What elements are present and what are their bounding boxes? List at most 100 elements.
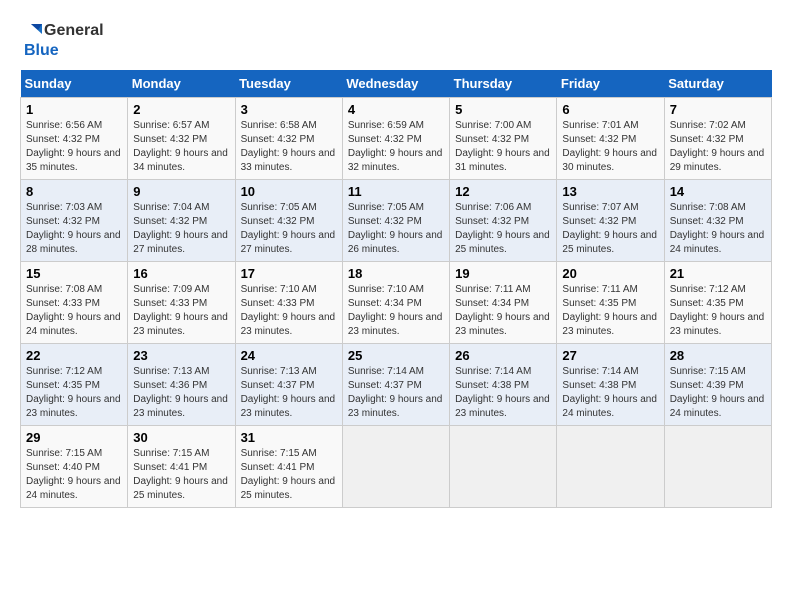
day-number: 18 [348, 266, 444, 281]
day-info: Sunrise: 7:05 AMSunset: 4:32 PMDaylight:… [348, 202, 443, 255]
day-cell: 30 Sunrise: 7:15 AMSunset: 4:41 PMDaylig… [128, 426, 235, 508]
day-number: 4 [348, 102, 444, 117]
day-number: 13 [562, 184, 658, 199]
day-number: 10 [241, 184, 337, 199]
header-day-sunday: Sunday [21, 70, 128, 98]
day-cell: 6 Sunrise: 7:01 AMSunset: 4:32 PMDayligh… [557, 98, 664, 180]
day-info: Sunrise: 7:12 AMSunset: 4:35 PMDaylight:… [670, 284, 765, 337]
week-row-4: 22 Sunrise: 7:12 AMSunset: 4:35 PMDaylig… [21, 344, 772, 426]
day-info: Sunrise: 7:14 AMSunset: 4:37 PMDaylight:… [348, 366, 443, 419]
day-info: Sunrise: 7:09 AMSunset: 4:33 PMDaylight:… [133, 284, 228, 337]
day-cell [664, 426, 771, 508]
day-info: Sunrise: 6:57 AMSunset: 4:32 PMDaylight:… [133, 120, 228, 173]
day-number: 21 [670, 266, 766, 281]
day-number: 29 [26, 430, 122, 445]
day-number: 2 [133, 102, 229, 117]
week-row-5: 29 Sunrise: 7:15 AMSunset: 4:40 PMDaylig… [21, 426, 772, 508]
day-cell: 2 Sunrise: 6:57 AMSunset: 4:32 PMDayligh… [128, 98, 235, 180]
day-cell [557, 426, 664, 508]
day-info: Sunrise: 7:07 AMSunset: 4:32 PMDaylight:… [562, 202, 657, 255]
day-cell: 1 Sunrise: 6:56 AMSunset: 4:32 PMDayligh… [21, 98, 128, 180]
day-info: Sunrise: 7:12 AMSunset: 4:35 PMDaylight:… [26, 366, 121, 419]
day-info: Sunrise: 6:59 AMSunset: 4:32 PMDaylight:… [348, 120, 443, 173]
logo-blue: Blue [24, 42, 59, 60]
day-number: 16 [133, 266, 229, 281]
day-number: 11 [348, 184, 444, 199]
day-number: 12 [455, 184, 551, 199]
day-info: Sunrise: 7:10 AMSunset: 4:34 PMDaylight:… [348, 284, 443, 337]
day-cell: 12 Sunrise: 7:06 AMSunset: 4:32 PMDaylig… [450, 180, 557, 262]
day-info: Sunrise: 7:05 AMSunset: 4:32 PMDaylight:… [241, 202, 336, 255]
day-cell [450, 426, 557, 508]
day-number: 15 [26, 266, 122, 281]
day-cell: 19 Sunrise: 7:11 AMSunset: 4:34 PMDaylig… [450, 262, 557, 344]
day-info: Sunrise: 7:11 AMSunset: 4:34 PMDaylight:… [455, 284, 550, 337]
day-number: 25 [348, 348, 444, 363]
day-number: 17 [241, 266, 337, 281]
day-number: 24 [241, 348, 337, 363]
day-cell: 22 Sunrise: 7:12 AMSunset: 4:35 PMDaylig… [21, 344, 128, 426]
day-info: Sunrise: 7:02 AMSunset: 4:32 PMDaylight:… [670, 120, 765, 173]
header-day-wednesday: Wednesday [342, 70, 449, 98]
day-cell: 7 Sunrise: 7:02 AMSunset: 4:32 PMDayligh… [664, 98, 771, 180]
day-number: 6 [562, 102, 658, 117]
day-number: 3 [241, 102, 337, 117]
week-row-2: 8 Sunrise: 7:03 AMSunset: 4:32 PMDayligh… [21, 180, 772, 262]
day-info: Sunrise: 7:08 AMSunset: 4:33 PMDaylight:… [26, 284, 121, 337]
day-cell [342, 426, 449, 508]
day-number: 19 [455, 266, 551, 281]
day-cell: 16 Sunrise: 7:09 AMSunset: 4:33 PMDaylig… [128, 262, 235, 344]
day-cell: 4 Sunrise: 6:59 AMSunset: 4:32 PMDayligh… [342, 98, 449, 180]
day-info: Sunrise: 7:08 AMSunset: 4:32 PMDaylight:… [670, 202, 765, 255]
day-number: 14 [670, 184, 766, 199]
day-number: 1 [26, 102, 122, 117]
day-info: Sunrise: 7:00 AMSunset: 4:32 PMDaylight:… [455, 120, 550, 173]
day-number: 9 [133, 184, 229, 199]
day-cell: 5 Sunrise: 7:00 AMSunset: 4:32 PMDayligh… [450, 98, 557, 180]
day-number: 5 [455, 102, 551, 117]
day-info: Sunrise: 7:15 AMSunset: 4:41 PMDaylight:… [133, 448, 228, 501]
day-info: Sunrise: 7:14 AMSunset: 4:38 PMDaylight:… [562, 366, 657, 419]
day-number: 26 [455, 348, 551, 363]
header-day-thursday: Thursday [450, 70, 557, 98]
day-number: 30 [133, 430, 229, 445]
day-cell: 18 Sunrise: 7:10 AMSunset: 4:34 PMDaylig… [342, 262, 449, 344]
day-info: Sunrise: 7:13 AMSunset: 4:36 PMDaylight:… [133, 366, 228, 419]
day-cell: 27 Sunrise: 7:14 AMSunset: 4:38 PMDaylig… [557, 344, 664, 426]
day-number: 28 [670, 348, 766, 363]
day-info: Sunrise: 7:14 AMSunset: 4:38 PMDaylight:… [455, 366, 550, 419]
header: General Blue [20, 20, 772, 60]
calendar-header-row: SundayMondayTuesdayWednesdayThursdayFrid… [21, 70, 772, 98]
day-cell: 23 Sunrise: 7:13 AMSunset: 4:36 PMDaylig… [128, 344, 235, 426]
day-info: Sunrise: 7:13 AMSunset: 4:37 PMDaylight:… [241, 366, 336, 419]
day-cell: 29 Sunrise: 7:15 AMSunset: 4:40 PMDaylig… [21, 426, 128, 508]
day-info: Sunrise: 6:58 AMSunset: 4:32 PMDaylight:… [241, 120, 336, 173]
week-row-1: 1 Sunrise: 6:56 AMSunset: 4:32 PMDayligh… [21, 98, 772, 180]
calendar-table: SundayMondayTuesdayWednesdayThursdayFrid… [20, 70, 772, 508]
day-number: 23 [133, 348, 229, 363]
day-cell: 21 Sunrise: 7:12 AMSunset: 4:35 PMDaylig… [664, 262, 771, 344]
logo: General Blue [20, 20, 104, 60]
day-info: Sunrise: 7:04 AMSunset: 4:32 PMDaylight:… [133, 202, 228, 255]
week-row-3: 15 Sunrise: 7:08 AMSunset: 4:33 PMDaylig… [21, 262, 772, 344]
day-cell: 13 Sunrise: 7:07 AMSunset: 4:32 PMDaylig… [557, 180, 664, 262]
logo-bird-icon [20, 20, 42, 42]
day-number: 20 [562, 266, 658, 281]
day-cell: 20 Sunrise: 7:11 AMSunset: 4:35 PMDaylig… [557, 262, 664, 344]
header-day-monday: Monday [128, 70, 235, 98]
day-number: 31 [241, 430, 337, 445]
header-day-tuesday: Tuesday [235, 70, 342, 98]
logo-container: General Blue [20, 20, 104, 60]
day-cell: 3 Sunrise: 6:58 AMSunset: 4:32 PMDayligh… [235, 98, 342, 180]
header-day-saturday: Saturday [664, 70, 771, 98]
day-info: Sunrise: 7:11 AMSunset: 4:35 PMDaylight:… [562, 284, 657, 337]
day-cell: 9 Sunrise: 7:04 AMSunset: 4:32 PMDayligh… [128, 180, 235, 262]
day-info: Sunrise: 7:01 AMSunset: 4:32 PMDaylight:… [562, 120, 657, 173]
day-info: Sunrise: 7:06 AMSunset: 4:32 PMDaylight:… [455, 202, 550, 255]
logo-general: General [44, 22, 104, 40]
day-number: 8 [26, 184, 122, 199]
day-info: Sunrise: 7:15 AMSunset: 4:39 PMDaylight:… [670, 366, 765, 419]
day-info: Sunrise: 7:03 AMSunset: 4:32 PMDaylight:… [26, 202, 121, 255]
day-number: 7 [670, 102, 766, 117]
day-info: Sunrise: 6:56 AMSunset: 4:32 PMDaylight:… [26, 120, 121, 173]
